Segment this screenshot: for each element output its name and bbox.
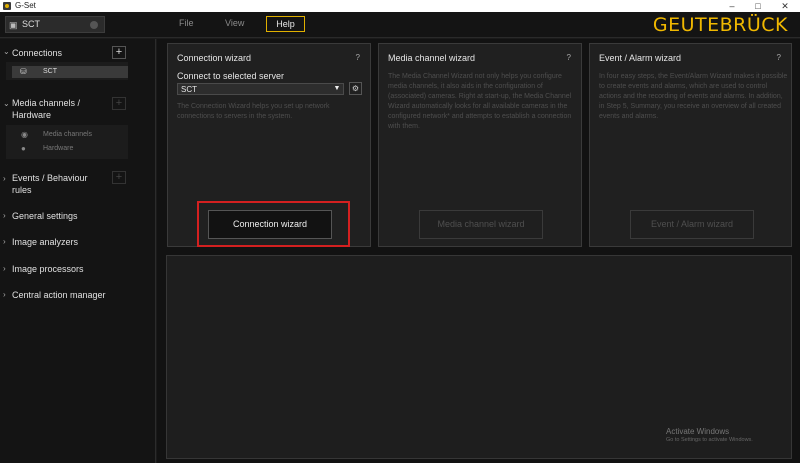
sidebar-label-events-line1: Events / Behaviour — [12, 173, 88, 183]
help-icon[interactable]: ? — [777, 53, 781, 62]
chevron-down-icon: ⌄ — [3, 99, 10, 108]
sidebar-item-media-channels[interactable]: ◉ Media channels — [6, 129, 128, 141]
media-channel-wizard-card: Media channel wizard ? The Media Channel… — [378, 43, 582, 247]
menu-file[interactable]: File — [179, 18, 194, 28]
sidebar-label-media-line2: Hardware — [12, 110, 52, 120]
add-media-channel-button[interactable]: + — [112, 97, 126, 110]
server-selector[interactable]: ▣ SCT — [5, 16, 105, 33]
card-description: In four easy steps, the Event/Alarm Wiza… — [599, 73, 788, 120]
close-icon[interactable]: ✕ — [775, 0, 795, 12]
activate-windows-watermark: Activate Windows Go to Settings to activ… — [666, 427, 753, 443]
card-description: The Media Channel Wizard not only helps … — [388, 73, 572, 130]
sidebar-item-sct[interactable]: ⛁ SCT — [12, 66, 128, 78]
server-icon: ⛁ — [20, 67, 27, 76]
connections-list: ⛁ SCT — [6, 62, 128, 80]
menu-help[interactable]: Help — [266, 16, 305, 32]
toolbar: ▣ SCT File View Help GEUTEBRÜCK — [0, 12, 800, 38]
sidebar-label-general-settings: General settings — [12, 211, 78, 221]
network-settings-button[interactable]: ⚙ — [349, 82, 362, 95]
server-select-value: SCT — [181, 85, 197, 94]
highlight-box — [197, 201, 350, 247]
add-event-button[interactable]: + — [112, 171, 126, 184]
add-connection-button[interactable]: + — [112, 46, 126, 59]
chevron-right-icon: › — [3, 174, 6, 183]
card-title: Media channel wizard — [388, 53, 476, 63]
hardware-icon: ● — [21, 144, 26, 153]
sidebar-item-label: Media channels — [43, 131, 93, 138]
watermark-title: Activate Windows — [666, 427, 730, 436]
sidebar-item-hardware[interactable]: ● Hardware — [6, 143, 128, 155]
window-title: G-Set — [15, 1, 36, 10]
menu-view[interactable]: View — [225, 18, 244, 28]
media-channel-wizard-button[interactable]: Media channel wizard — [419, 210, 543, 239]
card-description: The Connection Wizard helps you set up n… — [177, 103, 330, 120]
chevron-down-icon: ⌄ — [3, 47, 10, 56]
server-name: SCT — [22, 19, 40, 29]
sidebar-item-label: Hardware — [43, 145, 74, 152]
chevron-right-icon: › — [3, 237, 6, 246]
help-icon[interactable]: ? — [356, 53, 360, 62]
chevron-right-icon: › — [3, 264, 6, 273]
sidebar-label-media-line1: Media channels / — [12, 98, 81, 108]
app-logo-icon — [3, 2, 11, 10]
brand-logo: GEUTEBRÜCK — [652, 14, 788, 36]
server-select[interactable]: SCT ▼ — [177, 83, 344, 95]
sidebar-item-label: SCT — [43, 68, 57, 75]
camera-icon: ◉ — [21, 130, 28, 139]
event-alarm-wizard-card: Event / Alarm wizard ? In four easy step… — [589, 43, 792, 247]
watermark-subtitle: Go to Settings to activate Windows. — [666, 437, 753, 443]
sidebar-label-image-processors: Image processors — [12, 264, 84, 274]
server-icon: ▣ — [9, 20, 18, 30]
card-title: Connection wizard — [177, 53, 252, 63]
dropdown-arrow-icon: ▼ — [333, 85, 341, 92]
window-title-bar: G-Set – □ ✕ — [0, 0, 800, 12]
main-area: Connection wizard ? Connect to selected … — [157, 39, 800, 463]
help-icon[interactable]: ? — [567, 53, 571, 62]
media-channels-list: ◉ Media channels ● Hardware — [6, 125, 128, 159]
card-title: Event / Alarm wizard — [599, 53, 682, 63]
connect-server-label: Connect to selected server — [177, 71, 285, 81]
sidebar-label-central-action-manager: Central action manager — [12, 290, 106, 300]
chevron-right-icon: › — [3, 290, 6, 299]
sidebar-label-events-line2: rules — [12, 185, 32, 195]
event-alarm-wizard-button[interactable]: Event / Alarm wizard — [630, 210, 754, 239]
connection-status-icon — [90, 21, 98, 29]
sidebar-label-connections: Connections — [12, 48, 63, 58]
chevron-right-icon: › — [3, 211, 6, 220]
maximize-icon[interactable]: □ — [748, 0, 768, 12]
sidebar: ⌄ Connections + ⛁ SCT ⌄ Media channels /… — [0, 39, 156, 463]
sidebar-label-image-analyzers: Image analyzers — [12, 237, 79, 247]
minimize-icon[interactable]: – — [722, 0, 742, 12]
